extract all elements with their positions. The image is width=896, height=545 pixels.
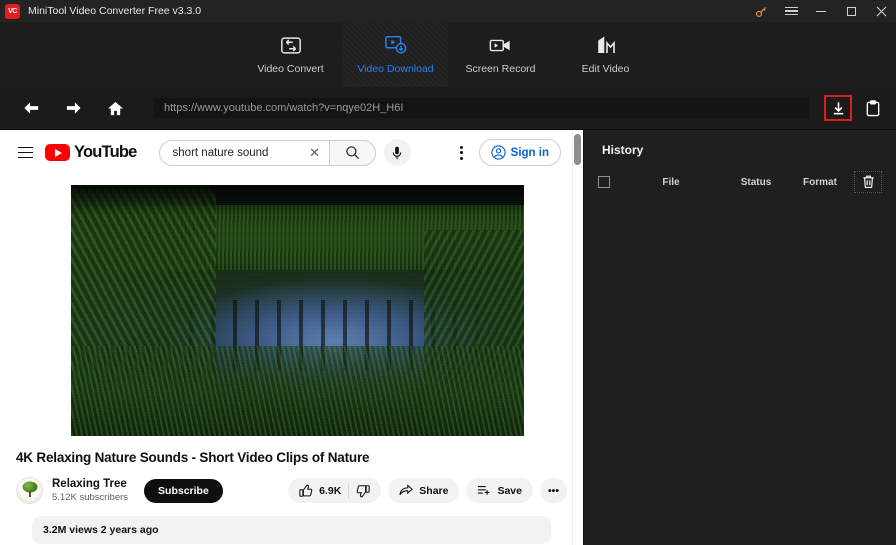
module-tab-bar: Video Convert Video Download Screen Reco… [0, 22, 896, 87]
channel-avatar[interactable] [16, 477, 43, 504]
download-video-icon [384, 34, 408, 56]
sign-in-button[interactable]: Sign in [478, 139, 561, 166]
browser-scrollbar[interactable] [572, 130, 583, 545]
more-actions-icon[interactable]: ••• [540, 478, 567, 503]
select-all-checkbox[interactable] [598, 176, 610, 188]
minimize-icon[interactable] [806, 0, 836, 22]
video-actions: 6.9K Share Save ••• [288, 478, 567, 503]
scrollbar-thumb[interactable] [574, 134, 581, 165]
video-metadata: 4K Relaxing Nature Sounds - Short Video … [0, 436, 583, 544]
video-thumbnail[interactable] [71, 185, 524, 436]
channel-name[interactable]: Relaxing Tree [52, 478, 128, 490]
tab-label: Video Download [357, 63, 434, 75]
tab-label: Edit Video [581, 63, 630, 75]
back-arrow-icon[interactable] [10, 93, 52, 123]
clear-search-icon[interactable]: ✕ [303, 145, 327, 161]
delete-icon[interactable] [854, 171, 882, 193]
youtube-play-icon [45, 143, 70, 162]
thumbs-up-icon [299, 484, 313, 497]
register-key-icon[interactable] [746, 0, 776, 22]
youtube-more-icon[interactable] [449, 140, 475, 166]
like-dislike-group[interactable]: 6.9K [288, 478, 382, 503]
menu-icon[interactable] [776, 0, 806, 22]
youtube-header: YouTube short nature sound ✕ Sign in [0, 130, 583, 175]
app-title: MiniTool Video Converter Free v3.3.0 [28, 5, 202, 17]
close-icon[interactable] [866, 0, 896, 22]
convert-icon [280, 34, 302, 56]
youtube-header-right: Sign in [449, 139, 573, 166]
forward-arrow-icon[interactable] [52, 93, 94, 123]
browser-toolbar: https://www.youtube.com/watch?v=nqye02H_… [0, 87, 896, 129]
history-title: History [602, 143, 644, 157]
channel-info: Relaxing Tree 5.12K subscribers [52, 478, 128, 503]
edit-video-icon [595, 34, 617, 56]
camcorder-icon [489, 34, 512, 56]
paste-clipboard-icon[interactable] [860, 95, 886, 121]
tab-video-convert[interactable]: Video Convert [238, 22, 343, 87]
history-panel: History File Status Format [583, 129, 896, 545]
column-file: File [662, 176, 680, 188]
subscribe-button[interactable]: Subscribe [144, 478, 223, 503]
thumbs-down-icon [356, 484, 370, 497]
youtube-menu-icon[interactable] [10, 139, 41, 167]
home-icon[interactable] [94, 93, 136, 123]
url-input[interactable]: https://www.youtube.com/watch?v=nqye02H_… [154, 98, 809, 118]
tab-edit-video[interactable]: Edit Video [553, 22, 658, 87]
window-controls [746, 0, 896, 22]
save-label: Save [497, 484, 522, 497]
subscriber-count: 5.12K subscribers [52, 492, 129, 503]
sign-in-label: Sign in [510, 146, 549, 159]
microphone-icon[interactable] [383, 139, 411, 166]
save-button[interactable]: Save [466, 478, 533, 503]
tab-label: Video Convert [257, 63, 324, 75]
youtube-search-group: short nature sound ✕ [158, 139, 411, 166]
column-format: Format [803, 176, 837, 188]
video-player-area [0, 185, 583, 436]
url-actions [824, 95, 886, 121]
tab-video-download[interactable]: Video Download [343, 22, 448, 87]
column-status: Status [740, 176, 772, 188]
video-title: 4K Relaxing Nature Sounds - Short Video … [16, 450, 370, 465]
app-logo: VC [5, 3, 20, 19]
history-table-header: File Status Format [598, 171, 882, 193]
search-icon[interactable] [328, 139, 376, 166]
tab-screen-record[interactable]: Screen Record [448, 22, 553, 87]
title-bar: VC MiniTool Video Converter Free v3.3.0 [0, 0, 896, 22]
maximize-icon[interactable] [836, 0, 866, 22]
youtube-search-field[interactable]: short nature sound ✕ [158, 139, 329, 166]
share-icon [399, 484, 414, 496]
video-description[interactable]: 3.2M views 2 years ago [32, 516, 551, 544]
youtube-logo[interactable]: YouTube [45, 143, 137, 162]
search-input-value: short nature sound [172, 146, 269, 159]
share-label: Share [419, 484, 449, 497]
main-content: YouTube short nature sound ✕ Sign in 4K … [0, 129, 896, 545]
tab-label: Screen Record [465, 63, 536, 75]
share-button[interactable]: Share [388, 478, 460, 503]
save-to-playlist-icon [478, 485, 490, 495]
embedded-browser: YouTube short nature sound ✕ Sign in 4K … [0, 129, 583, 545]
channel-row: Relaxing Tree 5.12K subscribers Subscrib… [16, 477, 567, 504]
download-button[interactable] [824, 95, 852, 121]
youtube-wordmark: YouTube [74, 143, 137, 161]
like-count: 6.9K [319, 484, 342, 497]
